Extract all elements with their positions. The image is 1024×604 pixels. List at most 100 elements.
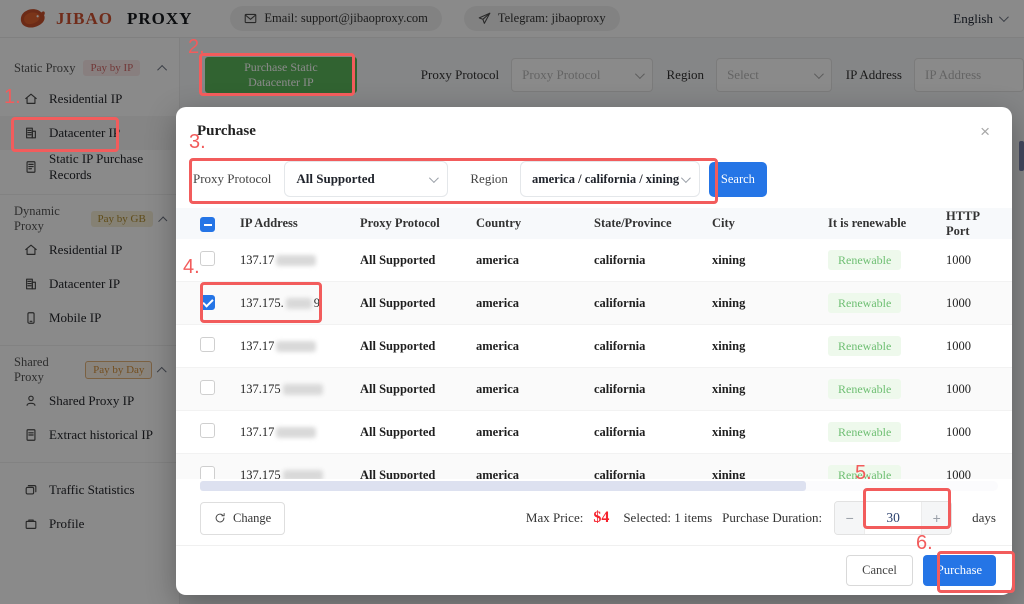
state-cell: california <box>594 253 712 268</box>
modal-filters: Proxy Protocol All Supported Region amer… <box>193 159 1012 199</box>
modal-title: Purchase <box>197 123 256 140</box>
city-cell: xining <box>712 468 828 480</box>
renewable-badge: Renewable <box>828 293 901 313</box>
purchase-button[interactable]: Purchase <box>923 555 996 586</box>
chevron-down-icon <box>429 173 439 183</box>
port-cell: 1000 <box>946 382 998 397</box>
row-checkbox[interactable] <box>200 423 215 438</box>
renewable-badge: Renewable <box>828 336 901 356</box>
table-body: 137.17 All Supported america california … <box>176 239 1012 479</box>
ip-address-cell: 137.175 <box>240 468 360 480</box>
country-cell: america <box>476 382 594 397</box>
col-protocol: Proxy Protocol <box>360 216 476 231</box>
decrement-button[interactable]: − <box>835 502 865 534</box>
col-country: Country <box>476 216 594 231</box>
protocol-cell: All Supported <box>360 296 476 311</box>
region-value: america / california / xining <box>532 172 679 187</box>
max-price-value: $4 <box>593 509 609 527</box>
state-cell: california <box>594 382 712 397</box>
ip-address-cell: 137.17 <box>240 253 360 268</box>
protocol-value: All Supported <box>296 171 374 187</box>
col-renewable: It is renewable <box>828 216 946 231</box>
blurred-ip-mask <box>276 341 316 352</box>
close-icon[interactable]: × <box>974 123 996 141</box>
select-all-checkbox[interactable] <box>200 217 215 232</box>
renewable-badge: Renewable <box>828 250 901 270</box>
table-row: 137.175 All Supported america california… <box>176 368 1012 411</box>
col-state: State/Province <box>594 216 712 231</box>
protocol-cell: All Supported <box>360 425 476 440</box>
port-cell: 1000 <box>946 253 998 268</box>
country-cell: america <box>476 468 594 480</box>
col-port: HTTP Port <box>946 209 998 239</box>
country-cell: america <box>476 296 594 311</box>
table-header: IP Address Proxy Protocol Country State/… <box>176 208 1012 239</box>
protocol-cell: All Supported <box>360 253 476 268</box>
state-cell: california <box>594 296 712 311</box>
modal-summary-bar: Change Max Price: $4 Selected: 1 items P… <box>200 497 996 539</box>
city-cell: xining <box>712 382 828 397</box>
renewable-badge: Renewable <box>828 465 901 480</box>
search-button[interactable]: Search <box>709 162 767 197</box>
row-checkbox[interactable] <box>200 295 215 310</box>
table-row: 137.17 All Supported america california … <box>176 239 1012 282</box>
region-select[interactable]: america / california / xining <box>520 161 700 197</box>
increment-button[interactable]: + <box>921 502 951 534</box>
city-cell: xining <box>712 339 828 354</box>
purchase-duration-label: Purchase Duration: <box>722 510 822 526</box>
state-cell: california <box>594 339 712 354</box>
table-row: 137.175 All Supported america california… <box>176 454 1012 479</box>
scrollbar-thumb[interactable] <box>200 481 806 491</box>
modal-footer: Cancel Purchase <box>176 545 1012 595</box>
change-label: Change <box>233 511 271 526</box>
row-checkbox[interactable] <box>200 251 215 266</box>
protocol-cell: All Supported <box>360 339 476 354</box>
region-label: Region <box>470 171 508 187</box>
blurred-ip-mask <box>276 255 316 266</box>
port-cell: 1000 <box>946 425 998 440</box>
ip-address-cell: 137.175.9 <box>240 296 360 311</box>
renewable-badge: Renewable <box>828 379 901 399</box>
protocol-select[interactable]: All Supported <box>284 161 448 197</box>
ip-address-cell: 137.175 <box>240 382 360 397</box>
country-cell: america <box>476 425 594 440</box>
port-cell: 1000 <box>946 296 998 311</box>
col-ip: IP Address <box>240 216 360 231</box>
state-cell: california <box>594 468 712 480</box>
port-cell: 1000 <box>946 468 998 480</box>
table-row: 137.17 All Supported america california … <box>176 411 1012 454</box>
renewable-badge: Renewable <box>828 422 901 442</box>
ip-address-cell: 137.17 <box>240 425 360 440</box>
table-row: 137.17 All Supported america california … <box>176 325 1012 368</box>
table-row: 137.175.9 All Supported america californ… <box>176 282 1012 325</box>
row-checkbox[interactable] <box>200 380 215 395</box>
horizontal-scrollbar[interactable] <box>200 481 998 491</box>
row-checkbox[interactable] <box>200 466 215 480</box>
blurred-ip-mask <box>276 427 316 438</box>
protocol-cell: All Supported <box>360 468 476 480</box>
proxy-protocol-label: Proxy Protocol <box>193 171 271 187</box>
state-cell: california <box>594 425 712 440</box>
col-city: City <box>712 216 828 231</box>
duration-stepper: − 30 + <box>834 501 952 535</box>
protocol-cell: All Supported <box>360 382 476 397</box>
change-button[interactable]: Change <box>200 502 285 535</box>
country-cell: america <box>476 253 594 268</box>
ip-address-cell: 137.17 <box>240 339 360 354</box>
app-screen: JIBAO PROXY Email: support@jibaoproxy.co… <box>0 0 1024 604</box>
city-cell: xining <box>712 296 828 311</box>
port-cell: 1000 <box>946 339 998 354</box>
selected-count: Selected: 1 items <box>623 510 712 526</box>
purchase-modal: Purchase × Proxy Protocol All Supported … <box>176 107 1012 595</box>
blurred-ip-mask <box>283 470 323 479</box>
duration-value[interactable]: 30 <box>865 502 921 534</box>
blurred-ip-mask <box>286 298 312 309</box>
row-checkbox[interactable] <box>200 337 215 352</box>
country-cell: america <box>476 339 594 354</box>
cancel-button[interactable]: Cancel <box>846 555 913 586</box>
refresh-icon <box>214 512 226 524</box>
chevron-down-icon <box>681 173 691 183</box>
blurred-ip-mask <box>283 384 323 395</box>
city-cell: xining <box>712 253 828 268</box>
page-scrollbar[interactable] <box>1019 141 1024 171</box>
